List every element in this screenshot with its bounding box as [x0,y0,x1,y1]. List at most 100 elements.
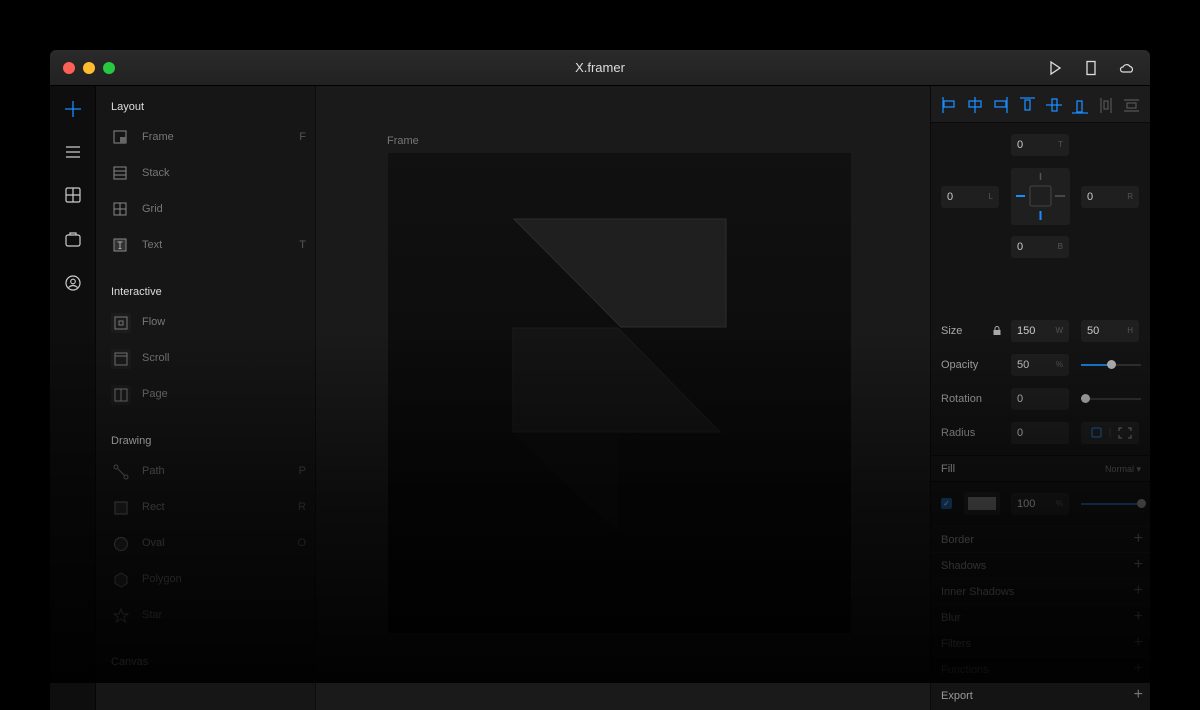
blend-mode-select[interactable]: Normal ▾ [1105,464,1141,475]
section-label: Filters [941,638,971,650]
rotation-slider[interactable] [1081,394,1141,403]
grid-icon [113,202,127,216]
insert-polygon[interactable]: Polygon [110,569,306,591]
fill-row: ✓ 100% [931,481,1150,526]
store-bag-icon[interactable] [63,229,83,249]
fill-color-well[interactable] [964,492,1000,515]
oval-icon [114,537,128,551]
device-preview-icon[interactable] [1083,60,1099,76]
frame-label[interactable]: Frame [387,135,419,147]
distribute-vertical-icon[interactable] [1124,99,1139,112]
insert-plus-icon[interactable] [63,99,83,119]
section-filters[interactable]: Filters + [931,630,1150,656]
right-input[interactable]: 0R [1081,186,1139,208]
insert-text[interactable]: Text T [110,235,306,257]
layers-icon[interactable] [63,142,83,162]
section-export[interactable]: Export + [931,682,1150,708]
shortcut-key: F [299,131,306,143]
radius-mode-toggle[interactable] [1081,422,1139,444]
alignment-icons [942,97,1139,114]
insert-grid[interactable]: Grid [110,199,306,221]
lock-aspect-icon[interactable] [993,326,1001,335]
item-label: Grid [142,203,163,215]
section-blur[interactable]: Blur + [931,604,1150,630]
height-value: 50 [1087,325,1100,337]
section-inner-shadows[interactable]: Inner Shadows + [931,578,1150,604]
section-layout: Layout [111,101,145,113]
top-input[interactable]: 0T [1011,134,1069,156]
top-value: 0 [1017,139,1024,151]
section-shadows[interactable]: Shadows + [931,552,1150,578]
individual-radius-icon[interactable] [1118,427,1132,439]
add-plus-icon[interactable]: + [1134,608,1143,626]
fill-color-swatch [968,497,996,510]
radius-label: Radius [941,427,976,439]
left-input[interactable]: 0L [941,186,999,208]
item-label: Page [142,388,168,400]
unit-label: % [1055,499,1063,508]
align-center-h-icon[interactable] [968,97,982,113]
insert-star[interactable]: Star [110,605,306,627]
frame-icon [113,130,127,144]
item-label: Stack [142,167,170,179]
tool-rail [50,86,96,710]
align-right-icon[interactable] [994,97,1008,113]
insert-path[interactable]: Path P [110,461,306,483]
uniform-radius-icon[interactable] [1091,427,1102,438]
add-plus-icon[interactable]: + [1134,686,1143,704]
fill-opacity-input[interactable]: 100% [1011,493,1069,515]
distribute-horizontal-icon[interactable] [1100,98,1112,113]
bottom-input[interactable]: 0B [1011,236,1069,258]
add-plus-icon[interactable]: + [1134,582,1143,600]
fill-opacity-slider[interactable] [1081,499,1146,508]
rect-icon [114,501,128,515]
section-functions[interactable]: Functions + [931,656,1150,682]
insert-oval[interactable]: Oval O [110,533,306,555]
add-plus-icon[interactable]: + [1134,634,1143,652]
section-label: Blur [941,612,961,624]
insert-scroll[interactable]: Scroll [110,348,306,370]
insert-flow[interactable]: Flow [110,312,306,334]
align-center-v-icon[interactable] [1046,98,1062,112]
radius-input[interactable]: 0 [1011,422,1069,444]
add-plus-icon[interactable]: + [1134,530,1143,548]
insert-stack[interactable]: Stack [110,163,306,185]
canvas[interactable]: Frame [316,86,930,710]
unit-label: H [1127,326,1133,335]
cloud-icon[interactable] [1119,60,1135,76]
opacity-slider[interactable] [1081,360,1141,369]
unit-label: R [1127,192,1133,201]
opacity-input[interactable]: 50% [1011,354,1069,376]
flow-icon [111,313,131,333]
rotation-label: Rotation [941,393,982,405]
frame[interactable] [388,153,851,633]
polygon-icon [114,572,128,588]
left-value: 0 [947,191,954,203]
add-plus-icon[interactable]: + [1134,660,1143,678]
insert-page[interactable]: Page [110,384,306,406]
radius-value: 0 [1017,427,1024,439]
unit-label: % [1055,360,1063,369]
add-plus-icon[interactable]: + [1134,556,1143,574]
align-bottom-icon[interactable] [1072,100,1088,114]
components-grid-icon[interactable] [63,185,83,205]
insert-rect[interactable]: Rect R [110,497,306,519]
account-icon[interactable] [63,273,83,293]
shortcut-key: T [299,239,306,251]
height-input[interactable]: 50 H [1081,320,1139,342]
app-window: X.framer Layout Frame F Stack Grid Text T … [50,50,1150,710]
fill-checkbox[interactable]: ✓ [941,498,952,509]
section-label: Inner Shadows [941,586,1015,598]
align-left-icon[interactable] [942,97,955,113]
width-input[interactable]: 150 W [1011,320,1069,342]
item-label: Text [142,239,163,251]
section-label: Shadows [941,560,987,572]
section-border[interactable]: Border + [931,526,1150,552]
align-top-icon[interactable] [1020,97,1035,111]
constraints-widget[interactable] [1011,168,1070,225]
section-canvas: Canvas [111,656,149,668]
rotation-input[interactable]: 0 [1011,388,1069,410]
play-icon[interactable] [1047,60,1063,76]
insert-frame[interactable]: Frame F [110,127,306,149]
framer-logo [512,218,727,533]
